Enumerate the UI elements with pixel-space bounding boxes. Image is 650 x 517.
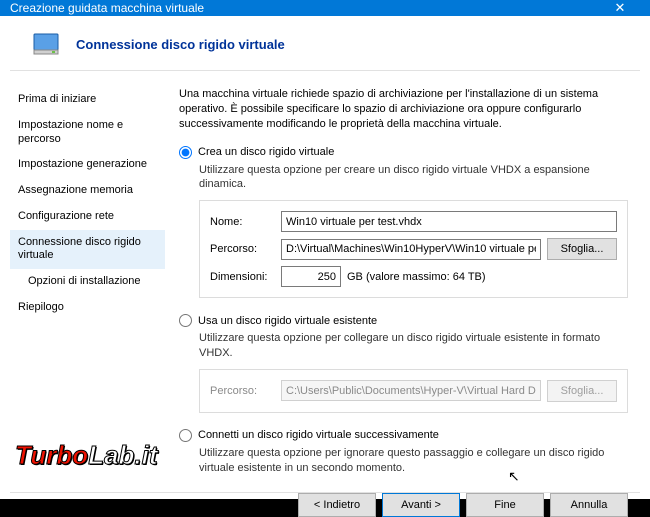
radio-attach-later[interactable]: [179, 429, 192, 442]
existing-browse-button: Sfoglia...: [547, 380, 617, 402]
vhd-icon: [32, 30, 60, 58]
path-label: Percorso:: [210, 243, 275, 255]
next-button[interactable]: Avanti >: [382, 493, 460, 517]
window-title: Creazione guidata macchina virtuale: [10, 1, 204, 15]
option-attach-later: Connetti un disco rigido virtuale succes…: [179, 429, 628, 476]
wizard-content: Prima di iniziare Impostazione nome e pe…: [0, 71, 650, 492]
wizard-window: Creazione guidata macchina virtuale ✕ Co…: [0, 0, 650, 499]
size-label: Dimensioni:: [210, 271, 275, 283]
wizard-header: Connessione disco rigido virtuale: [10, 16, 640, 71]
sidebar-item-vhd[interactable]: Connessione disco rigido virtuale: [10, 230, 165, 270]
existing-path-label: Percorso:: [210, 385, 275, 397]
radio-attach-later-label: Connetti un disco rigido virtuale succes…: [198, 429, 439, 441]
option-create-new: Crea un disco rigido virtuale Utilizzare…: [179, 146, 628, 299]
titlebar[interactable]: Creazione guidata macchina virtuale ✕: [0, 0, 650, 16]
close-icon[interactable]: ✕: [600, 0, 640, 16]
option-use-existing-desc: Utilizzare questa opzione per collegare …: [199, 331, 628, 361]
size-unit: GB (valore massimo: 64 TB): [347, 271, 486, 283]
option-attach-later-desc: Utilizzare questa opzione per ignorare q…: [199, 446, 628, 476]
size-field[interactable]: [281, 266, 341, 287]
wizard-footer: < Indietro Avanti > Fine Annulla: [10, 492, 640, 517]
intro-text: Una macchina virtuale richiede spazio di…: [179, 87, 628, 132]
option-create-new-desc: Utilizzare questa opzione per creare un …: [199, 163, 628, 193]
sidebar-item-name-location[interactable]: Impostazione nome e percorso: [10, 113, 165, 153]
sidebar-item-generation[interactable]: Impostazione generazione: [10, 152, 165, 178]
sidebar-item-install-options[interactable]: Opzioni di installazione: [10, 269, 165, 295]
name-label: Nome:: [210, 216, 275, 228]
radio-create-new-label: Crea un disco rigido virtuale: [198, 146, 334, 158]
wizard-sidebar: Prima di iniziare Impostazione nome e pe…: [10, 81, 165, 492]
radio-create-new[interactable]: [179, 146, 192, 159]
existing-path-field: [281, 380, 541, 401]
browse-button[interactable]: Sfoglia...: [547, 238, 617, 260]
back-button[interactable]: < Indietro: [298, 493, 376, 517]
sidebar-item-network[interactable]: Configurazione rete: [10, 204, 165, 230]
wizard-main: Una macchina virtuale richiede spazio di…: [165, 81, 640, 492]
use-existing-form: Percorso: Sfoglia...: [199, 369, 628, 413]
radio-use-existing[interactable]: [179, 314, 192, 327]
sidebar-item-summary[interactable]: Riepilogo: [10, 295, 165, 321]
create-new-form: Nome: Percorso: Sfoglia... Dimensioni: G…: [199, 200, 628, 298]
cancel-button[interactable]: Annulla: [550, 493, 628, 517]
page-title: Connessione disco rigido virtuale: [76, 37, 285, 52]
name-field[interactable]: [281, 211, 617, 232]
radio-use-existing-label: Usa un disco rigido virtuale esistente: [198, 315, 377, 327]
finish-button[interactable]: Fine: [466, 493, 544, 517]
option-use-existing: Usa un disco rigido virtuale esistente U…: [179, 314, 628, 413]
path-field[interactable]: [281, 239, 541, 260]
sidebar-item-before[interactable]: Prima di iniziare: [10, 87, 165, 113]
sidebar-item-memory[interactable]: Assegnazione memoria: [10, 178, 165, 204]
